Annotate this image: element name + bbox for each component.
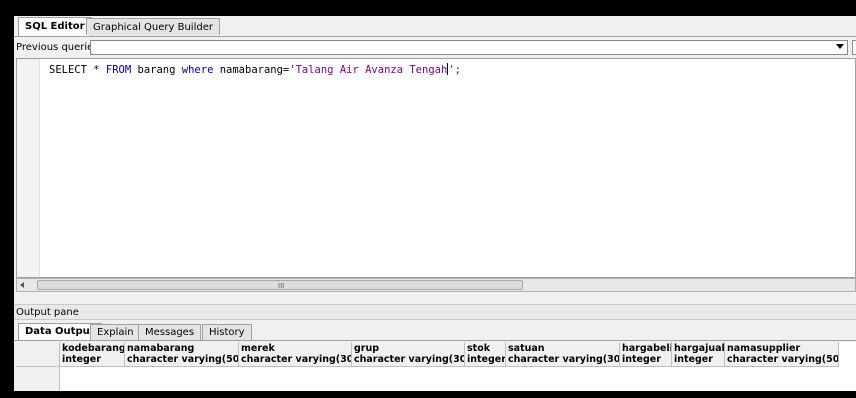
previous-queries-dropdown[interactable] (90, 40, 848, 55)
scrollbar-thumb[interactable]: III (37, 280, 523, 290)
code-token: SELECT * (49, 64, 106, 76)
column-type: integer (467, 354, 506, 365)
column-name: namasupplier (727, 343, 801, 354)
column-type: character varying(30) (241, 354, 352, 365)
column-header-grup[interactable]: grup character varying(30) (352, 342, 465, 367)
column-name: kodebarang (62, 343, 125, 354)
code-keyword: where (181, 64, 214, 76)
column-type: integer (674, 354, 713, 365)
column-type: character varying(50) (127, 354, 239, 365)
previous-queries-label: Previous queries (16, 42, 99, 53)
column-header-namabarang[interactable]: namabarang character varying(50) (125, 342, 239, 367)
column-name: hargabeli (622, 343, 672, 354)
tab-explain[interactable]: Explain (90, 324, 141, 340)
column-header-hargabeli[interactable]: hargabeli integer (620, 342, 672, 367)
column-name: hargajual (674, 343, 725, 354)
data-output-grid: kodebarang integer namabarang character va… (16, 342, 856, 391)
column-header-satuan[interactable]: satuan character varying(30) (506, 342, 620, 367)
chevron-down-icon[interactable] (836, 44, 844, 49)
column-name: grup (354, 343, 380, 354)
editor-tabbar: SQL Editor Graphical Query Builder (14, 16, 856, 37)
column-header-kodebarang[interactable]: kodebarang integer (60, 342, 125, 367)
column-header-hargajual[interactable]: hargajual integer (672, 342, 725, 367)
column-name: satuan (508, 343, 545, 354)
column-header-stok[interactable]: stok integer (465, 342, 506, 367)
code-string: '; (448, 64, 461, 76)
grid-corner[interactable] (16, 342, 60, 367)
tab-messages[interactable]: Messages (138, 324, 202, 340)
screen-frame: SQL Editor Graphical Query Builder Previ… (0, 0, 856, 398)
column-type: character varying(30) (508, 354, 620, 365)
previous-queries-row: Previous queries (14, 38, 856, 58)
column-type: character varying(30) (354, 354, 465, 365)
tab-data-output[interactable]: Data Output (18, 323, 102, 340)
tab-sql-editor[interactable]: SQL Editor (18, 17, 92, 36)
code-token: barang (131, 64, 182, 76)
column-type: character varying(50) (727, 354, 839, 365)
column-header-namasupplier[interactable]: namasupplier character varying(50) (725, 342, 839, 367)
tab-graphical-query-builder[interactable]: Graphical Query Builder (86, 18, 220, 35)
sql-editor[interactable]: SELECT * FROM barang where namabarang='T… (16, 58, 856, 278)
scrollbar-grip: III (278, 282, 285, 290)
tab-history[interactable]: History (202, 324, 252, 340)
query-window: SQL Editor Graphical Query Builder Previ… (14, 16, 856, 391)
sql-code-line[interactable]: SELECT * FROM barang where namabarang='T… (49, 63, 461, 76)
code-keyword: FROM (105, 64, 132, 76)
column-type: integer (62, 354, 101, 365)
row-header-column (16, 367, 60, 391)
horizontal-scrollbar[interactable]: III (16, 278, 856, 292)
code-token: namabarang= (213, 64, 290, 76)
code-string: 'Talang Air Avanza Tengah (289, 64, 448, 76)
column-type: integer (622, 354, 661, 365)
column-header-merek[interactable]: merek character varying(30) (239, 342, 352, 367)
previous-queries-extra-button[interactable] (852, 40, 856, 55)
column-name: namabarang (127, 343, 195, 354)
scroll-left-icon[interactable] (20, 282, 24, 288)
line-number-gutter (17, 59, 40, 277)
output-pane-header: Output pane (14, 304, 856, 320)
column-name: stok (467, 343, 491, 354)
output-tabbar: Data Output Explain Messages History (14, 322, 856, 341)
column-name: merek (241, 343, 275, 354)
